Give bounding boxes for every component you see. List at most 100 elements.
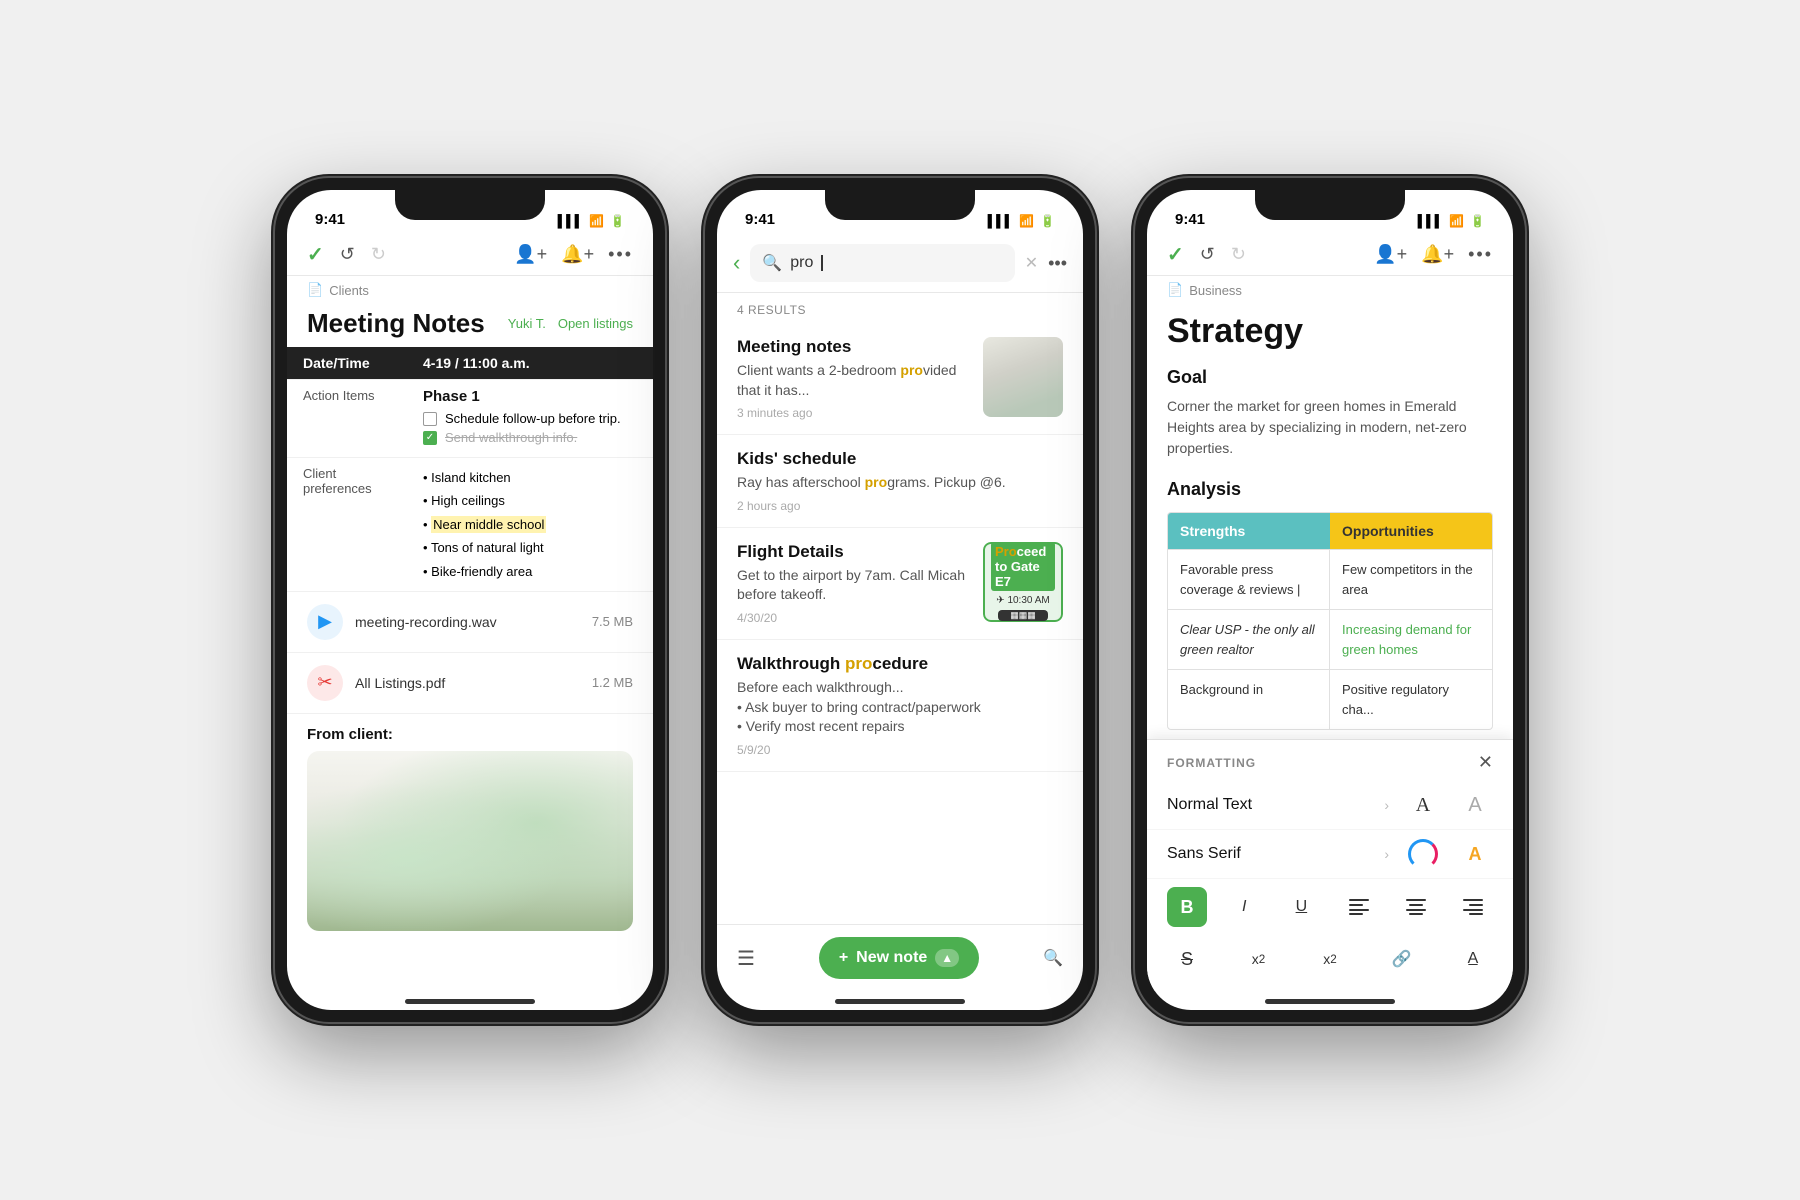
- result-1-preview: Client wants a 2-bedroom provided that i…: [737, 361, 971, 400]
- pref-3-highlighted: Near middle school: [431, 516, 546, 533]
- analysis-section-title: Analysis: [1167, 479, 1493, 500]
- fmt-sans-serif-row[interactable]: Sans Serif › A: [1147, 830, 1513, 879]
- status-icons-2: ▌▌▌ 📶 🔋: [988, 214, 1055, 228]
- table-header-row: Date/Time 4-19 / 11:00 a.m.: [287, 347, 653, 380]
- p3-undo-icon[interactable]: ↺: [1200, 244, 1215, 265]
- search-bottom-icon[interactable]: 🔍: [1043, 948, 1063, 968]
- meeting-table: Date/Time 4-19 / 11:00 a.m. Action Items…: [287, 347, 653, 592]
- link-button[interactable]: 🔗: [1382, 939, 1422, 979]
- task-2-checkbox[interactable]: [423, 431, 437, 445]
- swot-table: Strengths Opportunities Favorable press …: [1167, 512, 1493, 730]
- check-icon[interactable]: ✓: [307, 242, 324, 267]
- table-row-action: Action Items Phase 1 Schedule follow-up …: [287, 380, 653, 458]
- subscript-button[interactable]: x2: [1310, 939, 1350, 979]
- italic-button[interactable]: I: [1224, 887, 1264, 927]
- fmt-sans-serif-label: Sans Serif: [1167, 845, 1368, 863]
- bold-button[interactable]: B: [1167, 887, 1207, 927]
- file-2-row[interactable]: ✂ All Listings.pdf 1.2 MB: [287, 653, 653, 714]
- search-input-box[interactable]: 🔍 pro: [750, 244, 1014, 282]
- result-1-text: Meeting notes Client wants a 2-bedroom p…: [737, 337, 971, 420]
- p3-add-person-icon[interactable]: 👤+: [1374, 244, 1407, 265]
- pref-3: • Near middle school: [423, 513, 637, 536]
- undo-icon[interactable]: ↺: [340, 244, 355, 265]
- breadcrumb-label[interactable]: Clients: [329, 283, 369, 298]
- task-1-checkbox[interactable]: [423, 412, 437, 426]
- fmt-title: FORMATTING: [1167, 756, 1256, 770]
- task-2-label: Send walkthrough info.: [445, 430, 577, 445]
- expand-icon[interactable]: ▲: [935, 949, 959, 967]
- highlight-text-button[interactable]: A̲: [1453, 939, 1493, 979]
- add-person-icon[interactable]: 👤+: [514, 244, 547, 265]
- fmt-normal-text-icon-a: A: [1405, 787, 1441, 823]
- result-2[interactable]: Kids' schedule Ray has afterschool progr…: [717, 435, 1083, 528]
- phone-3: 9:41 ▌▌▌ 📶 🔋 ✓ ↺ ↻ 👤+ �: [1135, 178, 1525, 1022]
- page-title: Meeting Notes: [307, 308, 485, 339]
- strikethrough-button[interactable]: S: [1167, 939, 1207, 979]
- prefs-content: • Island kitchen • High ceilings • Near …: [407, 458, 653, 592]
- result-1-highlight: pro: [900, 362, 923, 378]
- result-3-title: Flight Details: [737, 542, 971, 562]
- result-2-title: Kids' schedule: [737, 449, 1063, 469]
- result-4[interactable]: Walkthrough procedure Before each walkth…: [717, 640, 1083, 772]
- add-bell-icon[interactable]: 🔔+: [561, 244, 594, 265]
- p3-add-bell-icon[interactable]: 🔔+: [1421, 244, 1454, 265]
- p3-more-icon[interactable]: •••: [1468, 244, 1493, 265]
- status-icons-3: ▌▌▌ 📶 🔋: [1418, 214, 1485, 228]
- wifi-icon: 📶: [589, 214, 604, 228]
- new-note-button[interactable]: + New note ▲: [819, 937, 979, 979]
- task-2-row: Send walkthrough info.: [423, 430, 637, 445]
- result-3-gate-thumb: Proceed to Gate E7 ✈ 10:30 AM ▦▦▦: [983, 542, 1063, 622]
- align-center-button[interactable]: [1396, 887, 1436, 927]
- table-row-prefs: Client preferences • Island kitchen • Hi…: [287, 458, 653, 592]
- home-indicator-3: [1265, 999, 1395, 1004]
- user-link[interactable]: Yuki T.: [508, 316, 546, 331]
- search-cursor: [821, 255, 823, 271]
- file-1-row[interactable]: ▶ meeting-recording.wav 7.5 MB: [287, 592, 653, 653]
- superscript-button[interactable]: x2: [1239, 939, 1279, 979]
- search-more-icon[interactable]: •••: [1048, 253, 1067, 274]
- result-3[interactable]: Flight Details Get to the airport by 7am…: [717, 528, 1083, 640]
- task-1-row: Schedule follow-up before trip.: [423, 411, 637, 426]
- back-button[interactable]: ‹: [733, 250, 740, 276]
- results-list[interactable]: Meeting notes Client wants a 2-bedroom p…: [717, 323, 1083, 924]
- fmt-extra-toolbar: S x2 x2 🔗 A̲: [1147, 935, 1513, 991]
- from-client-label: From client:: [287, 714, 653, 751]
- bottom-icons: ☰: [737, 946, 755, 971]
- p3-check-icon[interactable]: ✓: [1167, 242, 1184, 267]
- align-right-button[interactable]: [1453, 887, 1493, 927]
- phone-1: 9:41 ▌▌▌ 📶 🔋 ✓ ↺ ↻ 👤+ �: [275, 178, 665, 1022]
- p1-scroll[interactable]: Date/Time 4-19 / 11:00 a.m. Action Items…: [287, 347, 653, 991]
- battery-icon-3: 🔋: [1470, 214, 1485, 228]
- open-listings-link[interactable]: Open listings: [558, 316, 633, 331]
- fmt-close-button[interactable]: ✕: [1478, 752, 1493, 773]
- file-2-name: All Listings.pdf: [355, 675, 580, 691]
- result-1[interactable]: Meeting notes Client wants a 2-bedroom p…: [717, 323, 1083, 435]
- underline-button[interactable]: U: [1281, 887, 1321, 927]
- file-1-size: 7.5 MB: [592, 614, 633, 629]
- result-3-text: Flight Details Get to the airport by 7am…: [737, 542, 971, 625]
- clear-icon[interactable]: ✕: [1025, 253, 1038, 273]
- menu-icon[interactable]: ☰: [737, 946, 755, 971]
- result-3-preview: Get to the airport by 7am. Call Micah be…: [737, 566, 971, 605]
- search-bar: ‹ 🔍 pro ✕ •••: [717, 234, 1083, 293]
- fmt-color-circle[interactable]: [1408, 839, 1438, 869]
- home-indicator-2: [835, 999, 965, 1004]
- p3-scroll[interactable]: Strategy Goal Corner the market for gree…: [1147, 304, 1513, 739]
- p3-toolbar: ✓ ↺ ↻ 👤+ 🔔+ •••: [1147, 234, 1513, 276]
- home-indicator-1: [405, 999, 535, 1004]
- redo-icon[interactable]: ↻: [371, 244, 386, 265]
- more-icon[interactable]: •••: [608, 244, 633, 265]
- fmt-normal-text-row[interactable]: Normal Text › A A: [1147, 781, 1513, 830]
- fmt-style-toolbar: B I U: [1147, 879, 1513, 935]
- col-datetime-header: Date/Time: [287, 347, 407, 380]
- pref-2: • High ceilings: [423, 489, 637, 512]
- pref-4: • Tons of natural light: [423, 536, 637, 559]
- formatting-panel: FORMATTING ✕ Normal Text › A A Sans Seri…: [1147, 739, 1513, 991]
- align-left-button[interactable]: [1339, 887, 1379, 927]
- fmt-sans-serif-arrow: ›: [1384, 846, 1389, 862]
- audio-file-icon: ▶: [307, 604, 343, 640]
- gate-text: ✈ 10:30 AM: [996, 595, 1049, 606]
- result-4-text: Walkthrough procedure Before each walkth…: [737, 654, 1063, 757]
- p3-breadcrumb-label[interactable]: Business: [1189, 283, 1242, 298]
- p3-redo-icon[interactable]: ↻: [1231, 244, 1246, 265]
